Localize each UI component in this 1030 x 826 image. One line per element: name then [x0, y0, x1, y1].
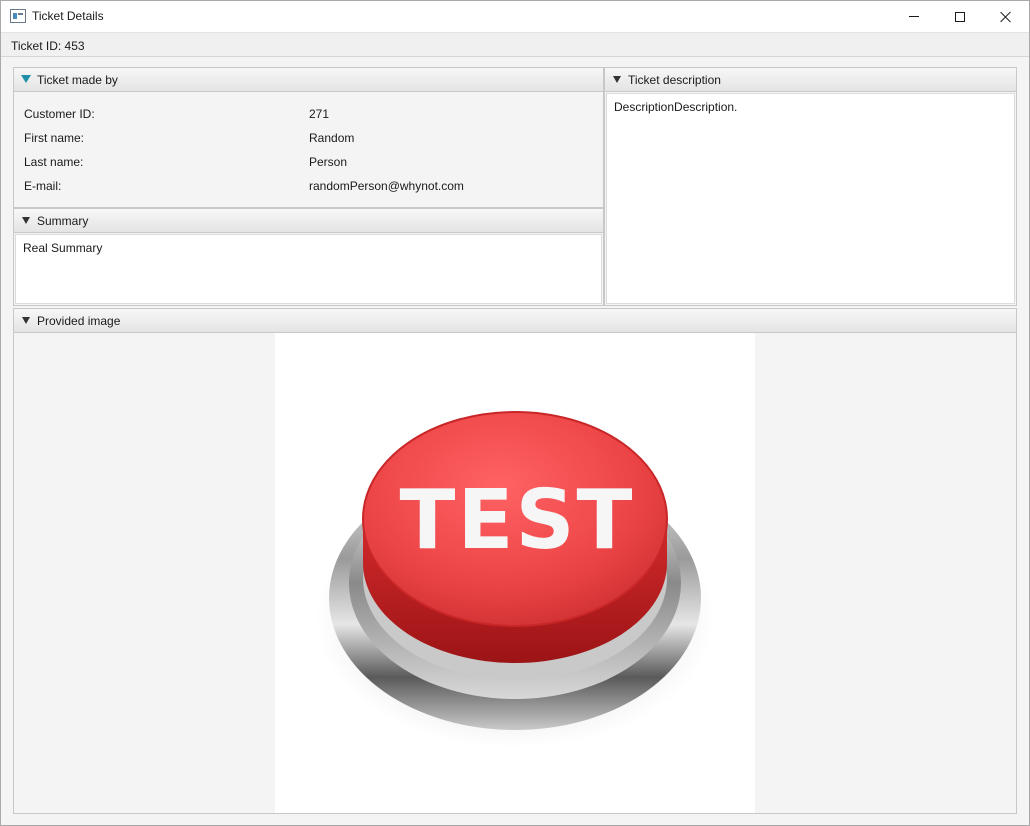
minimize-icon	[909, 16, 919, 17]
summary-header[interactable]: Summary	[14, 209, 603, 233]
customer-info: Customer ID: 271 First name: Random Last…	[14, 92, 603, 207]
maximize-button[interactable]	[937, 1, 983, 32]
expand-arrow-icon	[22, 317, 30, 324]
ticket-made-by-pane: Ticket made by Customer ID: 271 First na…	[13, 67, 604, 208]
maximize-icon	[955, 11, 965, 22]
test-button-image: TEST	[315, 411, 715, 748]
description-text-area[interactable]: DescriptionDescription.	[606, 93, 1015, 304]
email-label: E-mail:	[24, 179, 62, 193]
expand-arrow-icon	[613, 76, 621, 83]
app-icon	[10, 9, 26, 23]
first-name-value: Random	[309, 131, 355, 145]
close-button[interactable]	[983, 1, 1029, 32]
close-icon	[1000, 11, 1012, 23]
description-text: DescriptionDescription.	[614, 100, 738, 114]
summary-text-area[interactable]: Real Summary	[15, 234, 602, 304]
ticket-made-by-title: Ticket made by	[37, 73, 118, 87]
ticket-id-bar: Ticket ID: 453	[1, 32, 1029, 57]
ticket-made-by-header[interactable]: Ticket made by	[14, 68, 603, 92]
customer-id-label: Customer ID:	[24, 107, 95, 121]
ticket-details-window: Ticket Details Ticket ID: 453 Ticket mad…	[0, 0, 1030, 826]
expand-arrow-icon	[22, 217, 30, 224]
ticket-description-title: Ticket description	[628, 73, 721, 87]
ticket-description-header[interactable]: Ticket description	[605, 68, 1016, 92]
last-name-label: Last name:	[24, 155, 84, 169]
first-name-label: First name:	[24, 131, 85, 145]
summary-title: Summary	[37, 214, 89, 228]
last-name-value: Person	[309, 155, 348, 169]
test-label: TEST	[400, 473, 635, 568]
title-bar[interactable]: Ticket Details	[1, 1, 1029, 32]
provided-image-pane: Provided image TEST	[13, 308, 1017, 814]
ticket-id-label: Ticket ID: 453	[11, 39, 85, 53]
summary-text: Real Summary	[23, 241, 103, 255]
provided-image-header[interactable]: Provided image	[14, 309, 1016, 333]
summary-pane: Summary Real Summary	[13, 208, 604, 306]
window-title: Ticket Details	[32, 9, 104, 23]
ticket-description-pane: Ticket description DescriptionDescriptio…	[604, 67, 1017, 306]
provided-image: TEST	[275, 333, 755, 813]
provided-image-title: Provided image	[37, 314, 121, 328]
expand-arrow-icon	[21, 75, 31, 83]
email-value: randomPerson@whynot.com	[309, 179, 464, 193]
minimize-button[interactable]	[891, 1, 937, 32]
customer-id-value: 271	[309, 107, 330, 121]
